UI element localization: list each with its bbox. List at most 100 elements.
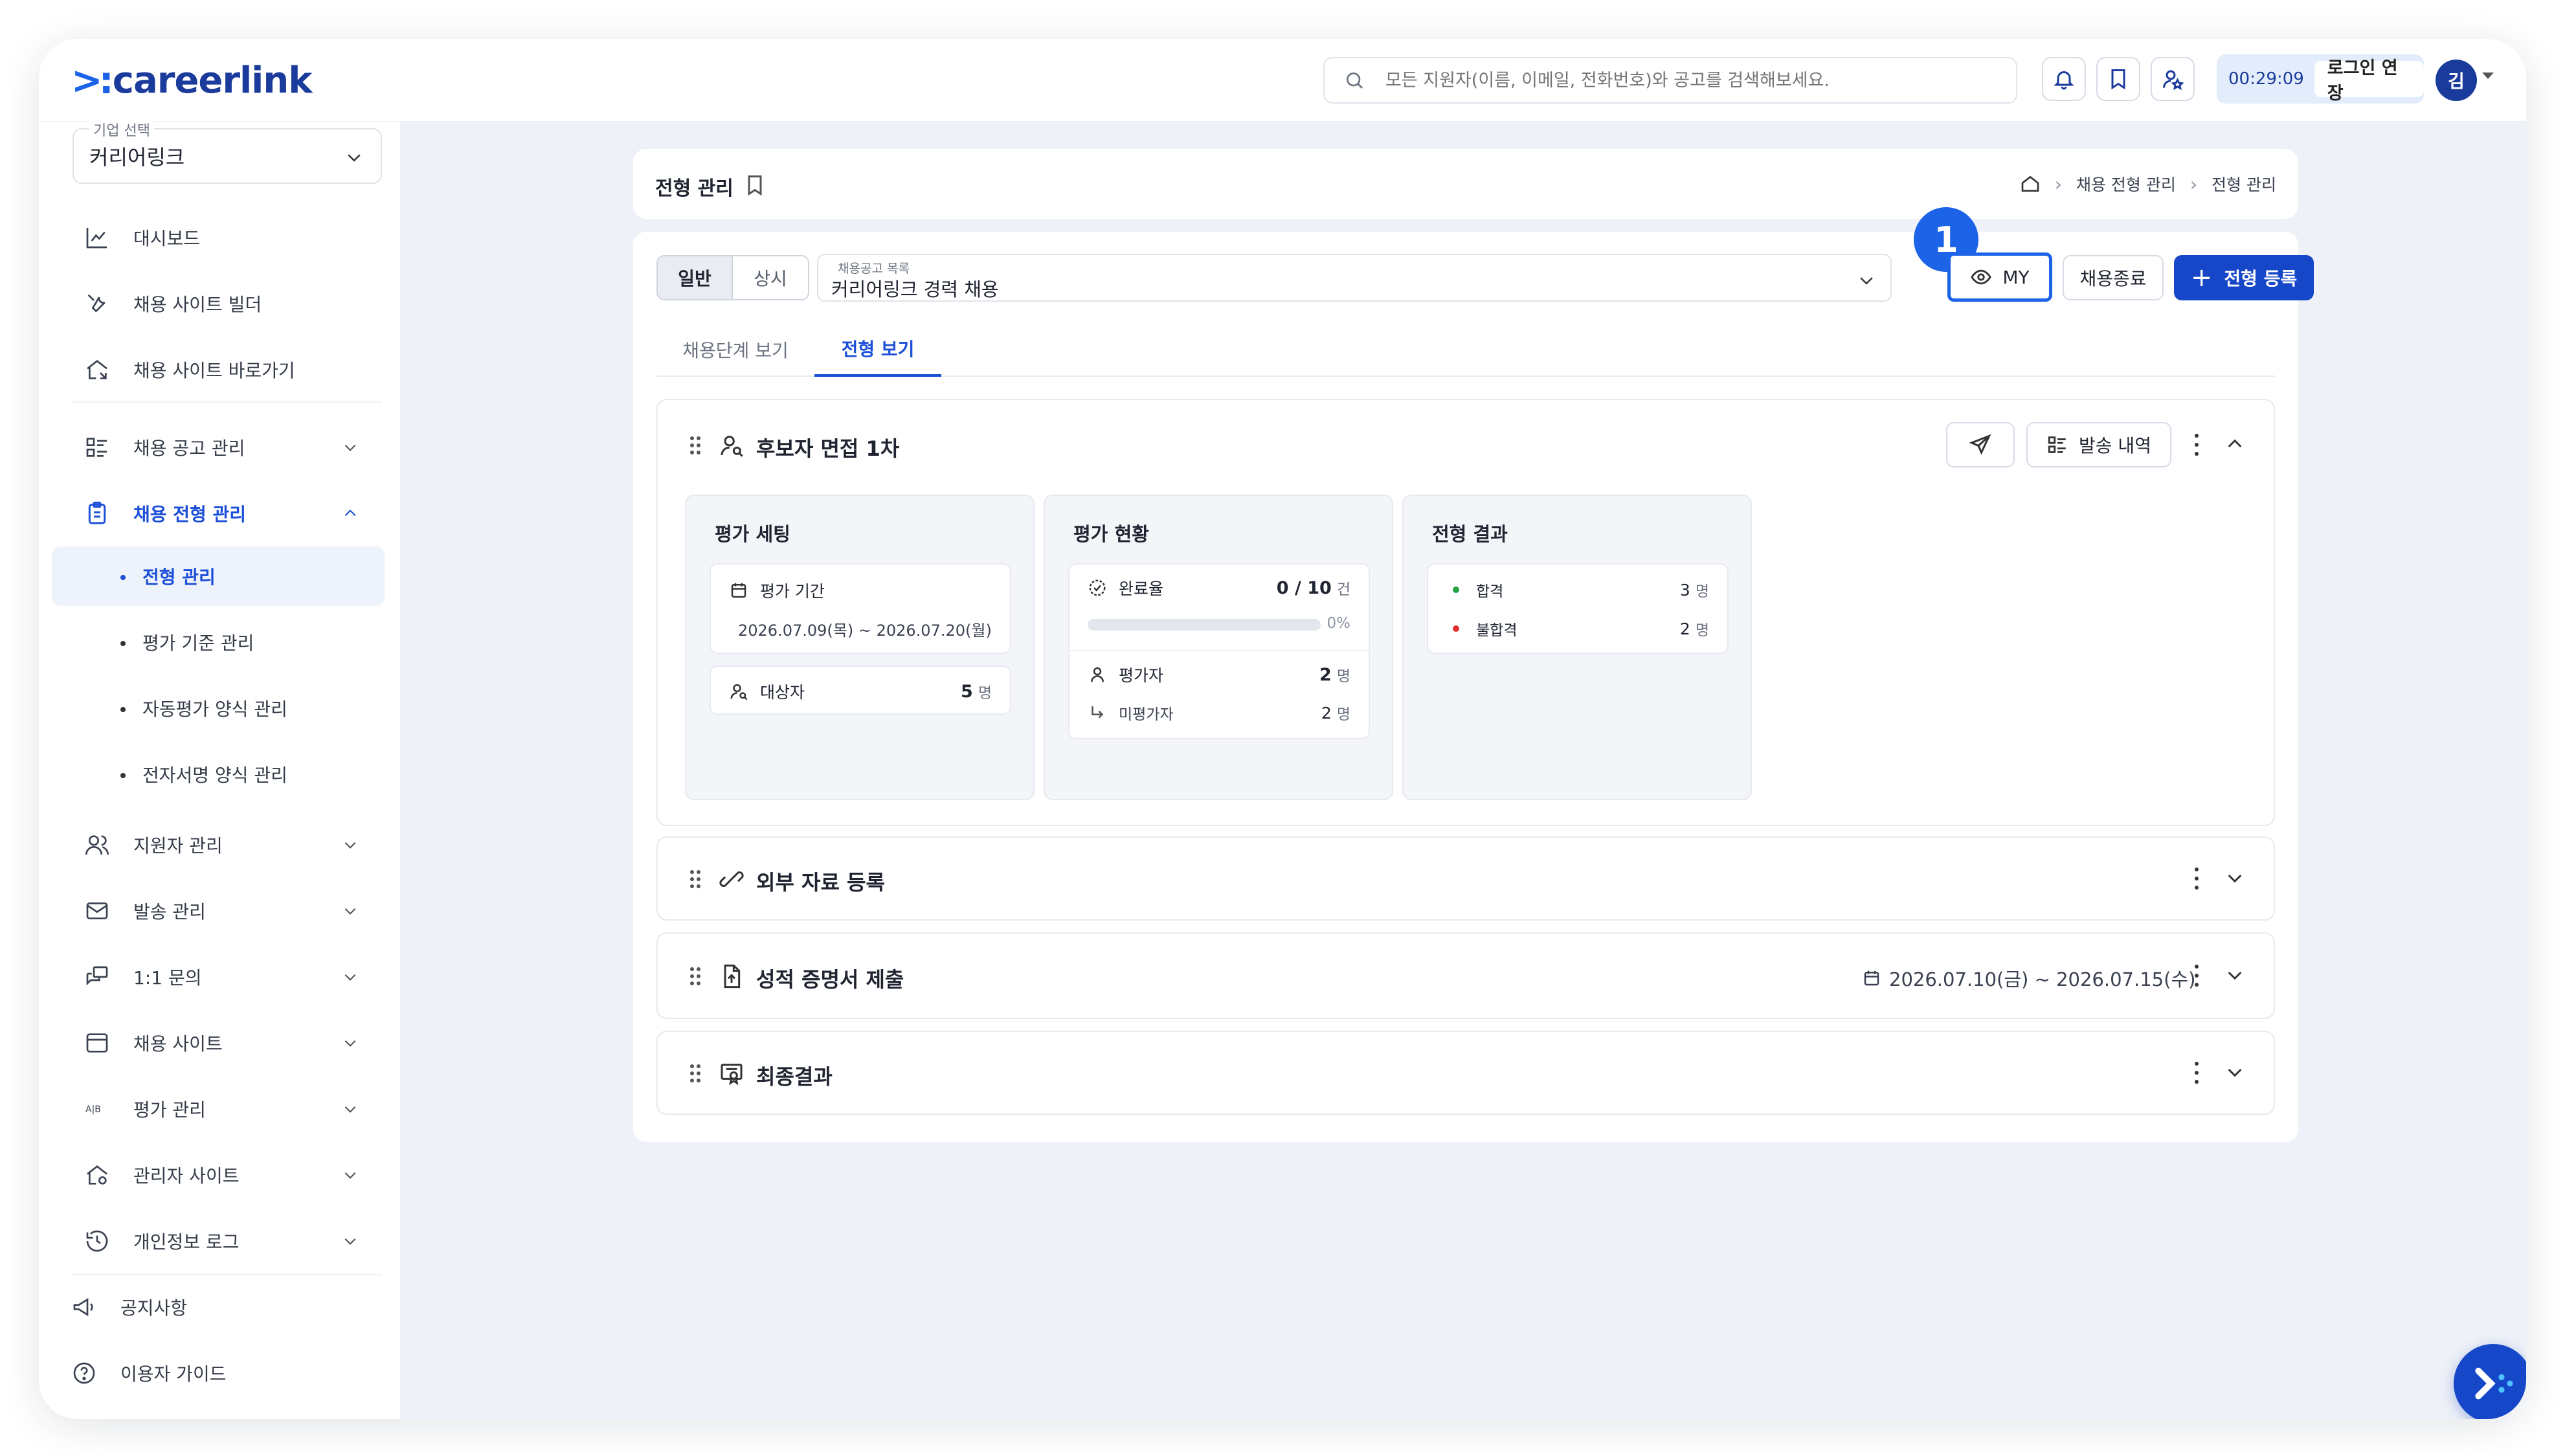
sidebar-item-evaluation[interactable]: A|B 평가 관리 — [73, 1084, 382, 1134]
ab-icon: A|B — [85, 1104, 101, 1115]
evaluator-count: 2 — [1319, 664, 1332, 685]
calendar-icon — [1864, 970, 1879, 986]
main-panel: 일반 상시 채용공고 목록 커리어링크 경력 채용 1 MY 채용종료 + 전형… — [633, 207, 2314, 1142]
mail-icon — [86, 902, 108, 919]
chat-launcher-button[interactable] — [2454, 1344, 2526, 1419]
unevaluated-unit: 명 — [1336, 706, 1350, 723]
sidebar-subitem-esign[interactable]: 전자서명 양식 관리 — [52, 745, 385, 804]
evaluator-label: 평가자 — [1119, 666, 1164, 685]
company-select-label: 기업 선택 — [89, 119, 154, 140]
sidebar-item-privacy-log[interactable]: 개인정보 로그 — [73, 1216, 382, 1266]
drag-handle-icon[interactable] — [690, 436, 702, 454]
eval-period-row: 평가 기간 — [729, 579, 992, 602]
chevron-down-icon — [344, 1238, 356, 1245]
sidebar-item-site-builder[interactable]: 채용 사이트 빌더 — [73, 278, 382, 329]
more-icon[interactable] — [2193, 868, 2200, 891]
send-history-button[interactable]: 발송 내역 — [2026, 422, 2171, 467]
evaluator-row: 평가자 2 명 — [1088, 663, 1350, 686]
sidebar-item-site-shortcut[interactable]: 채용 사이트 바로가기 — [73, 344, 382, 395]
toggle-regular[interactable]: 상시 — [733, 256, 808, 299]
chevron-down-icon[interactable] — [2224, 965, 2245, 985]
sidebar-item-admin-site[interactable]: 관리자 사이트 — [73, 1150, 382, 1200]
sidebar-subitem-screening-manage[interactable]: 전형 관리 — [52, 546, 385, 606]
bookmark-icon[interactable] — [743, 172, 767, 198]
drag-handle-icon[interactable] — [690, 870, 702, 888]
sidebar-item-dashboard[interactable]: 대시보드 — [73, 212, 382, 263]
bookmark-button[interactable] — [2096, 57, 2140, 101]
drag-handle-icon[interactable] — [690, 967, 702, 985]
pass-label: 합격 — [1476, 583, 1504, 600]
sidebar-item-career-site[interactable]: 채용 사이트 — [73, 1018, 382, 1068]
sidebar-subitem-criteria[interactable]: 평가 기준 관리 — [52, 612, 385, 672]
sidebar-item-inquiry[interactable]: 1:1 문의 — [73, 952, 382, 1002]
more-icon[interactable] — [2193, 1062, 2200, 1085]
sidebar-item-sending[interactable]: 발송 관리 — [73, 886, 382, 936]
sidebar-item-label: 지원자 관리 — [133, 835, 223, 857]
logo-mark: >: — [71, 58, 114, 102]
register-screening-button[interactable]: + 전형 등록 — [2174, 255, 2314, 300]
home-icon[interactable] — [2020, 174, 2041, 194]
register-screening-label: 전형 등록 — [2224, 268, 2298, 289]
caret-down-icon[interactable] — [2482, 73, 2494, 79]
user-settings-button[interactable] — [2151, 57, 2195, 101]
pass-unit: 명 — [1695, 583, 1709, 600]
close-recruitment-button[interactable]: 채용종료 — [2063, 255, 2164, 300]
fail-label: 불합격 — [1476, 622, 1518, 639]
eval-settings-box: 평가 세팅 평가 기간 2026.07.09(목) ~ 2026.07.20(월… — [685, 495, 1035, 800]
search-input[interactable] — [1385, 70, 1968, 91]
breadcrumb-item: 전형 관리 — [2212, 175, 2276, 194]
step-card: 외부 자료 등록 — [656, 836, 2275, 921]
sidebar-item-label: 관리자 사이트 — [133, 1165, 240, 1187]
chevron-down-icon — [344, 1172, 356, 1179]
unevaluated-row: 미평가자 2 명 — [1088, 702, 1350, 724]
sidebar-item-notice[interactable]: 공지사항 — [60, 1282, 369, 1332]
chart-icon — [86, 228, 107, 249]
logo[interactable]: >: careerlink — [71, 58, 313, 102]
step-card: 후보자 면접 1차 발송 내역 평가 세팅 평가 기간 2026.07.09(목… — [656, 399, 2275, 826]
more-icon[interactable] — [2193, 965, 2200, 988]
sidebar-subitem-auto-eval[interactable]: 자동평가 양식 관리 — [52, 678, 385, 738]
global-search[interactable] — [1323, 57, 2017, 104]
eval-status-box: 평가 현황 완료율 0 / 10 건 0% 평가자 2 명 미평가자 2 명 — [1044, 495, 1393, 800]
page-title: 전형 관리 — [655, 177, 734, 200]
sidebar-item-guide[interactable]: 이용자 가이드 — [60, 1348, 369, 1398]
extend-login-button[interactable]: 로그인 연장 — [2314, 58, 2424, 104]
drag-handle-icon[interactable] — [690, 1064, 702, 1082]
notification-button[interactable] — [2042, 57, 2086, 101]
evaluator-unit: 명 — [1336, 668, 1350, 685]
sub-arrow-icon — [1092, 706, 1104, 719]
chevron-down-icon[interactable] — [2224, 868, 2245, 888]
sidebar-item-label: 평가 관리 — [133, 1099, 206, 1121]
file-upload-icon — [724, 964, 741, 989]
tab-stage-view[interactable]: 채용단계 보기 — [656, 322, 814, 377]
tab-screening-view[interactable]: 전형 보기 — [814, 322, 941, 377]
logo-text: careerlink — [112, 59, 313, 102]
step-title: 최종결과 — [756, 1064, 833, 1089]
send-button[interactable] — [1946, 422, 2015, 467]
history-icon — [86, 1230, 108, 1252]
chevron-up-icon[interactable] — [2224, 434, 2245, 454]
target-row: 대상자 5 명 — [729, 680, 992, 703]
toggle-general[interactable]: 일반 — [658, 256, 733, 299]
target-label: 대상자 — [760, 683, 805, 702]
sidebar-item-job-posts[interactable]: 채용 공고 관리 — [73, 422, 382, 473]
sidebar-divider — [73, 401, 382, 403]
pass-row: 합격 3 명 — [1446, 579, 1709, 601]
job-post-select-label: 채용공고 목록 — [838, 262, 910, 276]
sidebar-item-applicants[interactable]: 지원자 관리 — [73, 820, 382, 870]
job-post-select[interactable]: 채용공고 목록 커리어링크 경력 채용 — [817, 254, 1892, 302]
fail-unit: 명 — [1695, 622, 1709, 639]
chevron-down-icon — [344, 1106, 356, 1113]
avatar[interactable]: 김 — [2436, 60, 2477, 101]
completion-progress-bar — [1088, 619, 1321, 631]
chevron-down-icon[interactable] — [2224, 1062, 2245, 1082]
my-filter-button[interactable]: MY — [1947, 252, 2052, 302]
sidebar-item-screening[interactable]: 채용 전형 관리 — [73, 488, 382, 539]
admin-home-icon — [87, 1165, 107, 1185]
tools-icon — [87, 294, 106, 313]
breadcrumb-item[interactable]: 채용 전형 관리 — [2076, 172, 2176, 196]
more-icon[interactable] — [2193, 434, 2200, 457]
eval-period-card: 평가 기간 2026.07.09(목) ~ 2026.07.20(월) — [710, 563, 1011, 654]
user-icon — [1091, 667, 1104, 682]
fail-count: 2 — [1679, 619, 1690, 638]
